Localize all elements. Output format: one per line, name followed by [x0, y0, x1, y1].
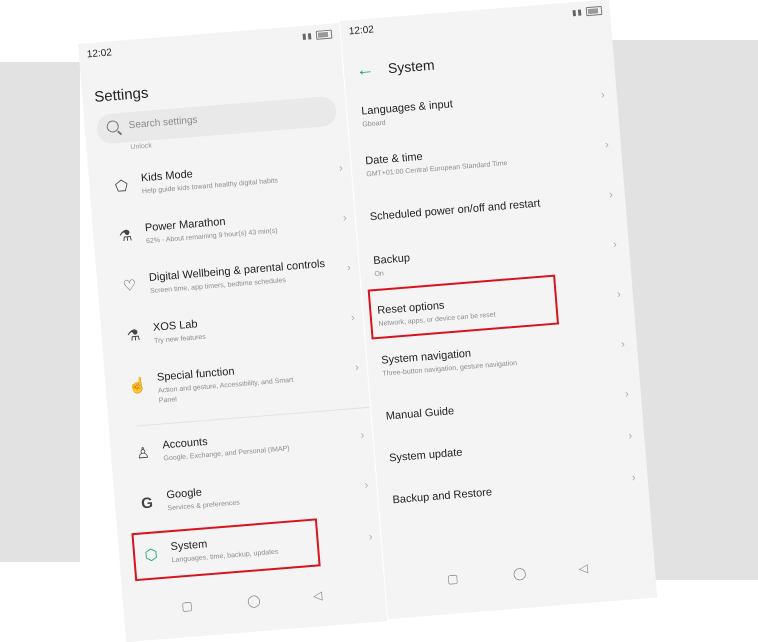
back-icon[interactable]: ◁ [312, 588, 322, 603]
chevron-right-icon: › [612, 238, 618, 251]
left-backdrop-strip [0, 62, 80, 562]
google-icon: G [140, 494, 154, 513]
chevron-right-icon: › [600, 89, 606, 102]
chevron-right-icon: › [354, 361, 360, 374]
status-time: 12:02 [348, 24, 375, 38]
search-icon [106, 120, 120, 133]
item-title: Backup and Restore [392, 486, 493, 507]
item-title: Special function [156, 365, 235, 384]
status-time: 12:02 [86, 47, 113, 61]
chevron-right-icon: › [342, 212, 348, 225]
item-title: Scheduled power on/off and restart [369, 197, 541, 224]
item-subtitle: Gboard [362, 119, 386, 129]
item-title: Manual Guide [385, 405, 455, 423]
item-subtitle: On [374, 270, 385, 279]
item-title: Google [166, 486, 203, 502]
page-title: System [387, 56, 436, 77]
page-header: ← System [355, 57, 435, 82]
accounts-icon: ♙ [135, 444, 151, 463]
navigation-bar: ▢ ◯ ◁ [385, 556, 656, 598]
chevron-right-icon: › [628, 429, 633, 443]
item-title: Backup [372, 252, 411, 268]
chevron-right-icon: › [604, 138, 610, 152]
recents-icon[interactable]: ▢ [447, 571, 459, 586]
item-title: Date & time [364, 150, 424, 168]
chevron-right-icon: › [338, 162, 344, 175]
item-title: Accounts [161, 435, 209, 452]
xos-lab-icon: ⚗ [126, 326, 141, 345]
navigation-bar: ▢ ◯ ◁ [123, 583, 386, 624]
partial-item-text: Unlock [130, 142, 153, 152]
status-icons: ▮▮ [572, 6, 603, 18]
chevron-right-icon: › [616, 288, 622, 301]
item-title: XOS Lab [152, 318, 198, 334]
chevron-right-icon: › [620, 338, 626, 351]
chevron-right-icon: › [608, 188, 614, 201]
search-placeholder: Search settings [128, 114, 198, 132]
item-title: System update [388, 446, 463, 465]
item-title: Power Marathon [144, 215, 226, 235]
settings-screen: 12:02 ▮▮ Settings Search settings Unlock… [78, 22, 388, 642]
chevron-right-icon: › [360, 429, 365, 442]
battery-icon [315, 29, 333, 41]
home-icon[interactable]: ◯ [247, 593, 262, 608]
recents-icon[interactable]: ▢ [181, 599, 193, 614]
item-title: Languages & input [360, 98, 454, 118]
kids-mode-icon: ⬠ [114, 177, 129, 196]
status-icons: ▮▮ [301, 29, 333, 42]
search-bar[interactable]: Search settings [95, 95, 338, 145]
back-arrow-icon[interactable]: ← [355, 58, 375, 80]
chevron-right-icon: › [364, 479, 369, 492]
signal-icon: ▮▮ [571, 7, 584, 18]
chevron-right-icon: › [368, 530, 373, 544]
chevron-right-icon: › [346, 261, 352, 275]
page-title: Settings [93, 84, 150, 106]
chevron-right-icon: › [350, 311, 356, 324]
battery-icon [585, 6, 603, 17]
digital-wellbeing-icon: ♡ [122, 277, 137, 296]
signal-icon: ▮▮ [301, 31, 314, 41]
chevron-right-icon: › [631, 471, 637, 485]
power-marathon-icon: ⚗ [118, 227, 133, 246]
chevron-right-icon: › [624, 388, 630, 401]
item-title: Kids Mode [140, 168, 194, 185]
back-icon[interactable]: ◁ [578, 561, 588, 576]
system-screen: 12:02 ▮▮ ← System Languages & input Gboa… [340, 0, 658, 620]
home-icon[interactable]: ◯ [512, 566, 527, 581]
special-function-icon: ☝ [127, 376, 148, 396]
